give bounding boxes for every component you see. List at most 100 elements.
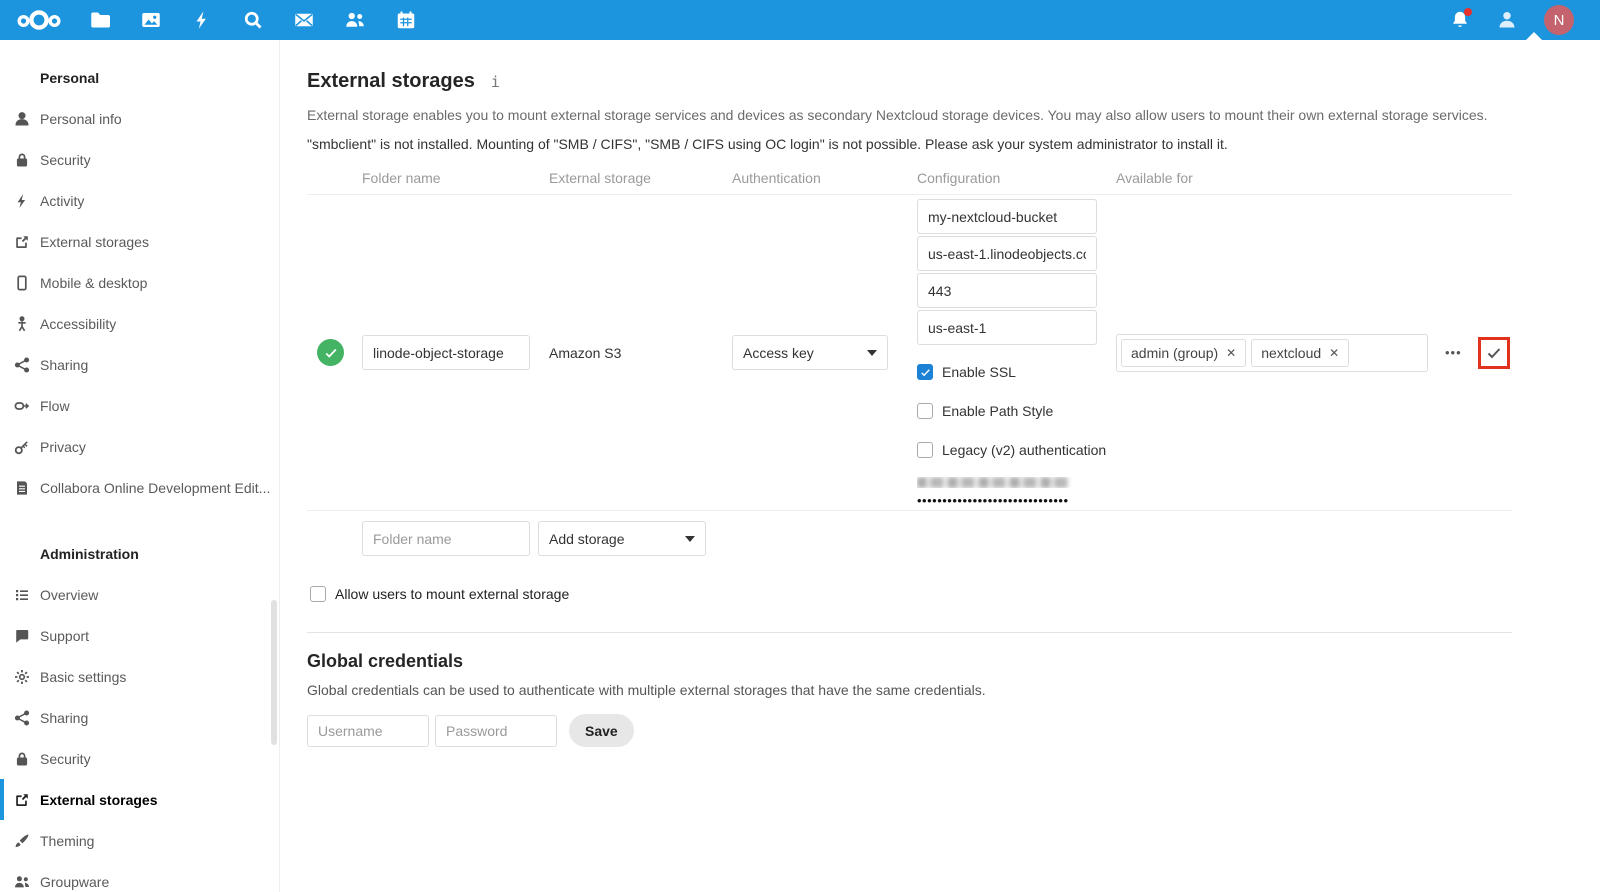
available-for-input[interactable]: admin (group) ✕ nextcloud ✕ xyxy=(1116,334,1428,372)
notifications-bell-icon[interactable] xyxy=(1450,10,1470,30)
checkbox-unchecked-icon[interactable] xyxy=(917,403,933,419)
sidebar-item-basic-settings[interactable]: Basic settings xyxy=(0,656,279,697)
enable-ssl-checkbox[interactable]: Enable SSL xyxy=(917,360,1116,384)
enable-ssl-label: Enable SSL xyxy=(942,364,1016,380)
sidebar-item-label: Support xyxy=(40,628,89,644)
add-storage-row: Add storage xyxy=(362,521,1512,556)
sidebar-item-sharing-admin[interactable]: Sharing xyxy=(0,697,279,738)
checkbox-unchecked-icon[interactable] xyxy=(917,442,933,458)
sidebar-item-groupware[interactable]: Groupware xyxy=(0,861,279,892)
secret-key-input[interactable]: •••••••••••••••••••••••••••••• xyxy=(917,490,1097,508)
sidebar-scrollbar[interactable] xyxy=(271,600,277,745)
enable-path-style-label: Enable Path Style xyxy=(942,403,1053,419)
sidebar-item-accessibility[interactable]: Accessibility xyxy=(0,303,279,344)
sidebar-item-external-storages-personal[interactable]: External storages xyxy=(0,221,279,262)
col-available-for: Available for xyxy=(1116,170,1512,186)
remove-chip-icon[interactable]: ✕ xyxy=(1329,346,1339,360)
available-for-chip: nextcloud ✕ xyxy=(1251,339,1349,367)
save-button[interactable]: Save xyxy=(569,714,634,747)
avatar[interactable]: N xyxy=(1544,5,1574,35)
bucket-input[interactable] xyxy=(917,199,1097,234)
nextcloud-logo[interactable] xyxy=(16,8,62,32)
settings-menu-caret xyxy=(1526,32,1542,40)
sidebar-item-support[interactable]: Support xyxy=(0,615,279,656)
global-credentials-description: Global credentials can be used to authen… xyxy=(307,682,1512,698)
sidebar-item-collabora[interactable]: Collabora Online Development Edit... xyxy=(0,467,279,508)
sidebar-item-label: Security xyxy=(40,751,91,767)
sidebar-item-flow[interactable]: Flow xyxy=(0,385,279,426)
allow-users-checkbox[interactable]: Allow users to mount external storage xyxy=(307,582,1512,606)
add-storage-select[interactable]: Add storage xyxy=(538,521,706,556)
new-folder-name-input[interactable] xyxy=(362,521,530,556)
chip-label: admin (group) xyxy=(1131,345,1218,361)
sidebar-item-label: External storages xyxy=(40,792,158,808)
activity-icon[interactable] xyxy=(192,10,212,30)
sidebar-item-theming[interactable]: Theming xyxy=(0,820,279,861)
app-menu xyxy=(90,10,416,30)
global-password-input[interactable] xyxy=(435,715,557,747)
col-configuration: Configuration xyxy=(917,170,1116,186)
global-credentials-section: Global credentials Global credentials ca… xyxy=(307,632,1512,747)
external-storage-table: Folder name External storage Authenticat… xyxy=(307,170,1512,556)
save-storage-button[interactable] xyxy=(1478,337,1510,369)
sidebar-caption-personal: Personal xyxy=(0,54,279,98)
remove-chip-icon[interactable]: ✕ xyxy=(1226,346,1236,360)
search-icon[interactable] xyxy=(243,10,263,30)
col-folder-name: Folder name xyxy=(362,170,549,186)
sidebar-item-label: Mobile & desktop xyxy=(40,275,147,291)
legacy-auth-checkbox[interactable]: Legacy (v2) authentication xyxy=(917,438,1116,462)
global-username-input[interactable] xyxy=(307,715,429,747)
sidebar-item-label: Personal info xyxy=(40,111,122,127)
checkbox-checked-icon[interactable] xyxy=(917,364,933,380)
available-for-chip: admin (group) ✕ xyxy=(1121,339,1246,367)
sidebar-item-security-admin[interactable]: Security xyxy=(0,738,279,779)
add-storage-label: Add storage xyxy=(549,531,625,547)
enable-path-style-checkbox[interactable]: Enable Path Style xyxy=(917,399,1116,423)
sidebar-caption-administration: Administration xyxy=(0,530,279,574)
sidebar-item-sharing-personal[interactable]: Sharing xyxy=(0,344,279,385)
sidebar-item-overview[interactable]: Overview xyxy=(0,574,279,615)
chevron-down-icon xyxy=(685,536,695,542)
photos-icon[interactable] xyxy=(141,10,161,30)
sidebar-item-personal-info[interactable]: Personal info xyxy=(0,98,279,139)
sidebar-item-mobile-desktop[interactable]: Mobile & desktop xyxy=(0,262,279,303)
authentication-selected: Access key xyxy=(743,345,814,361)
sidebar-item-label: Collabora Online Development Edit... xyxy=(40,480,270,496)
sidebar-item-label: Sharing xyxy=(40,357,88,373)
legacy-auth-label: Legacy (v2) authentication xyxy=(942,442,1106,458)
blurred-access-key xyxy=(917,477,1069,488)
smbclient-warning-text: "smbclient" is not installed. Mounting o… xyxy=(307,136,1512,152)
top-bar: N xyxy=(0,0,1600,40)
chip-label: nextcloud xyxy=(1261,345,1321,361)
storage-row: Amazon S3 Access key xyxy=(307,195,1512,511)
status-ok-badge xyxy=(317,339,344,366)
sidebar-item-activity[interactable]: Activity xyxy=(0,180,279,221)
info-icon[interactable]: i xyxy=(491,73,500,91)
sidebar-item-label: External storages xyxy=(40,234,149,250)
hostname-input[interactable] xyxy=(917,236,1097,271)
port-input[interactable] xyxy=(917,273,1097,308)
sidebar-item-security-personal[interactable]: Security xyxy=(0,139,279,180)
authentication-select[interactable]: Access key xyxy=(732,335,888,370)
mail-icon[interactable] xyxy=(294,10,314,30)
folder-name-input[interactable] xyxy=(362,335,530,370)
access-key-input[interactable] xyxy=(917,477,1097,488)
global-credentials-title: Global credentials xyxy=(307,651,1512,672)
description-text: External storage enables you to mount ex… xyxy=(307,107,1512,123)
contacts-menu-icon[interactable] xyxy=(1497,10,1517,30)
checkbox-unchecked-icon[interactable] xyxy=(310,586,326,602)
settings-sidebar: Personal Personal info Security Activity… xyxy=(0,40,280,892)
page-title: External storages xyxy=(307,70,475,93)
row-options-icon[interactable]: ••• xyxy=(1445,345,1462,360)
calendar-icon[interactable] xyxy=(396,10,416,30)
masked-secret-key: •••••••••••••••••••••••••••••• xyxy=(917,490,1069,508)
sidebar-item-label: Accessibility xyxy=(40,316,116,332)
col-authentication: Authentication xyxy=(732,170,917,186)
files-icon[interactable] xyxy=(90,10,110,30)
contacts-icon[interactable] xyxy=(345,10,365,30)
sidebar-item-external-storages-admin[interactable]: External storages xyxy=(0,779,279,820)
region-input[interactable] xyxy=(917,310,1097,345)
sidebar-item-label: Sharing xyxy=(40,710,88,726)
chevron-down-icon xyxy=(867,350,877,356)
sidebar-item-privacy[interactable]: Privacy xyxy=(0,426,279,467)
